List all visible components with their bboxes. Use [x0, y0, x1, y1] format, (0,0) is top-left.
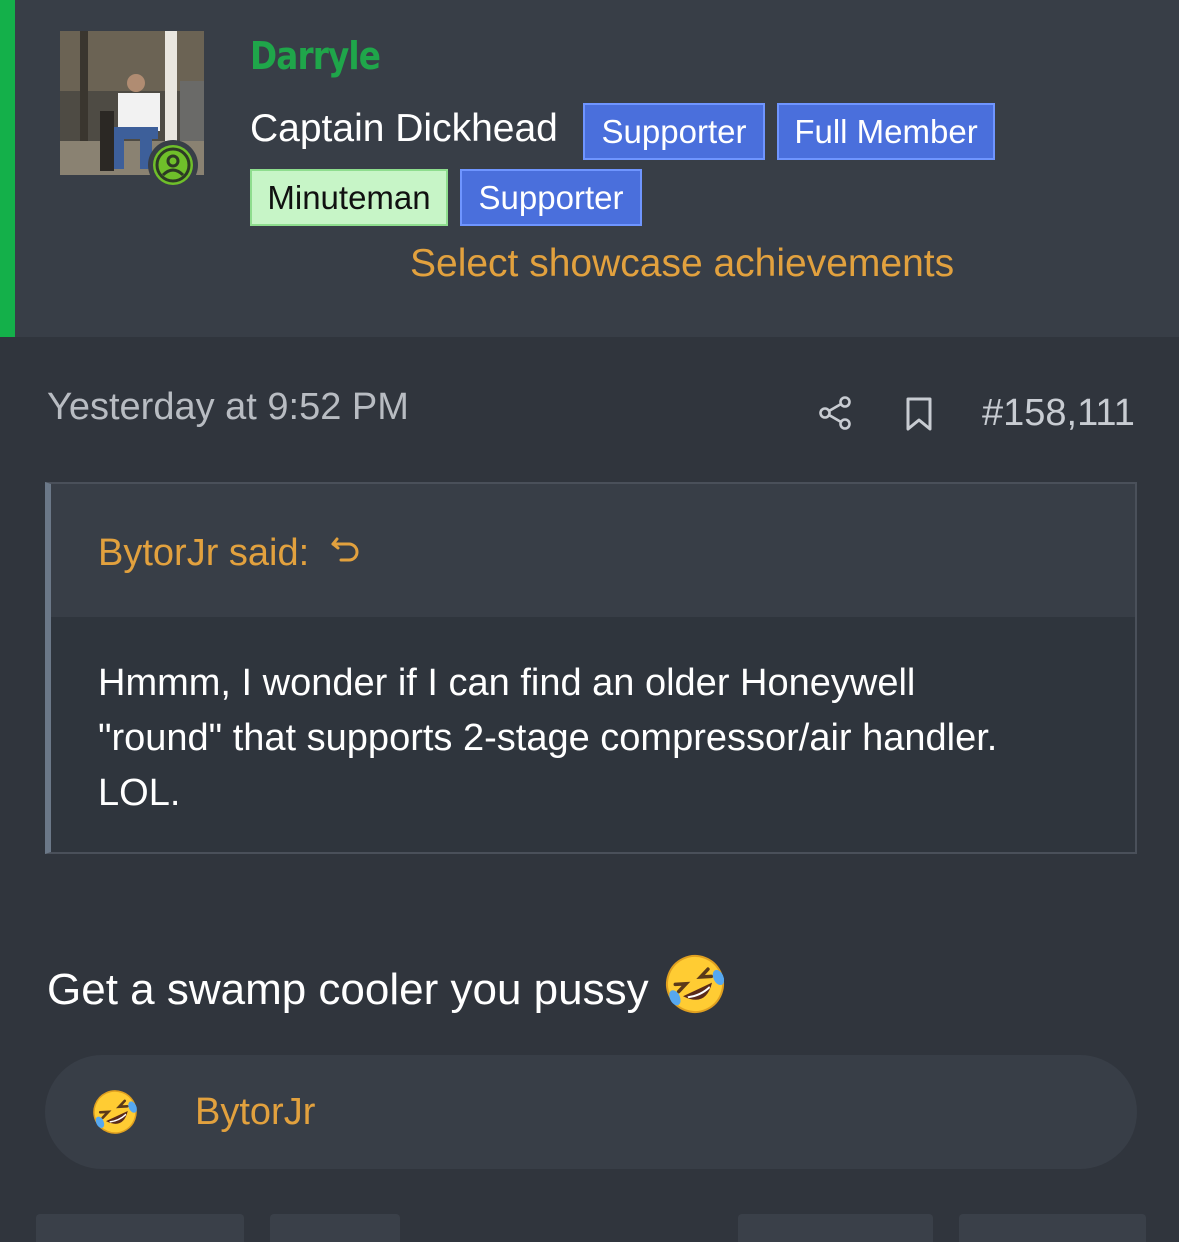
post-message-text: Get a swamp cooler you pussy	[47, 964, 649, 1014]
username-link[interactable]: Darryle	[250, 34, 381, 78]
quote-line: "round" that supports 2-stage compressor…	[98, 717, 998, 759]
select-showcase-link[interactable]: Select showcase achievements	[410, 242, 954, 286]
user-banner-supporter: Supporter	[583, 103, 765, 160]
online-status-icon	[148, 140, 198, 190]
rolling-laughing-emoji-icon	[663, 952, 727, 1027]
quote-line: Hmmm, I wonder if I can find an older Ho…	[98, 662, 916, 704]
quote-block: BytorJr said: Hmmm, I wonder if I can fi…	[45, 482, 1137, 854]
action-button-stub[interactable]	[270, 1214, 400, 1242]
quote-text: Hmmm, I wonder if I can find an older Ho…	[98, 656, 1108, 821]
quote-author-label: BytorJr said:	[98, 531, 310, 574]
quote-header: BytorJr said:	[51, 484, 1135, 617]
action-button-stub[interactable]	[959, 1214, 1146, 1242]
user-title: Captain Dickhead	[250, 107, 558, 150]
post-timestamp[interactable]: Yesterday at 9:52 PM	[47, 386, 409, 429]
user-banner-minuteman: Minuteman	[250, 169, 448, 226]
action-button-stub[interactable]	[36, 1214, 244, 1242]
reactions-bar[interactable]: BytorJr	[45, 1055, 1137, 1169]
unread-accent-bar	[0, 0, 15, 337]
rolling-laughing-emoji-icon	[91, 1088, 139, 1141]
go-to-quote-icon[interactable]	[329, 531, 363, 575]
reaction-users-link[interactable]: BytorJr	[195, 1091, 315, 1134]
share-icon[interactable]	[818, 395, 854, 436]
quote-line: LOL.	[98, 772, 181, 814]
user-banner-full-member: Full Member	[777, 103, 995, 160]
quote-author-link[interactable]: BytorJr said:	[98, 531, 363, 575]
post-user-header: Darryle Captain Dickhead Supporter Full …	[0, 0, 1179, 337]
post-number-link[interactable]: #158,111	[982, 392, 1135, 435]
bookmark-icon[interactable]	[905, 396, 933, 437]
post-message: Get a swamp cooler you pussy	[47, 952, 727, 1027]
action-button-stub[interactable]	[738, 1214, 933, 1242]
user-banner-supporter-2: Supporter	[460, 169, 642, 226]
